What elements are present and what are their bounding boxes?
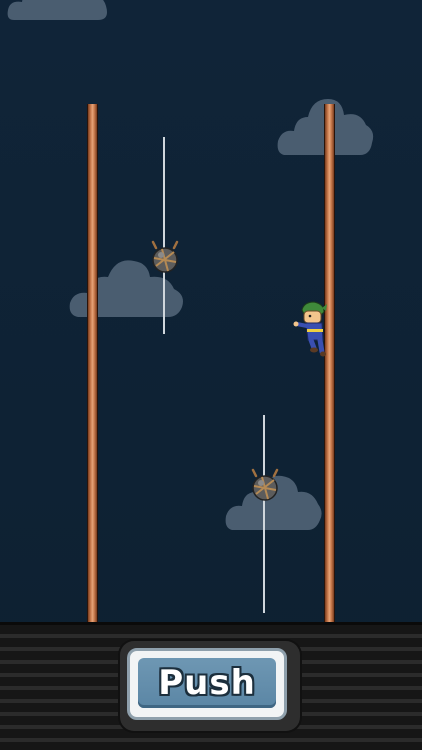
- right-pole: [324, 104, 335, 624]
- game-scene[interactable]: Push: [0, 0, 422, 750]
- spiked-bomb-icon: [151, 240, 179, 273]
- left-pole: [87, 104, 98, 624]
- spiked-bomb-icon: [251, 468, 279, 501]
- push-button-label: Push: [158, 663, 256, 703]
- push-button[interactable]: Push: [127, 648, 287, 720]
- cloud-icon: [7, 0, 107, 20]
- ninja-character-icon: [293, 301, 327, 357]
- upper-bomb-rope: [163, 137, 165, 334]
- lower-bomb-rope: [263, 415, 265, 613]
- push-button-face[interactable]: Push: [138, 658, 276, 708]
